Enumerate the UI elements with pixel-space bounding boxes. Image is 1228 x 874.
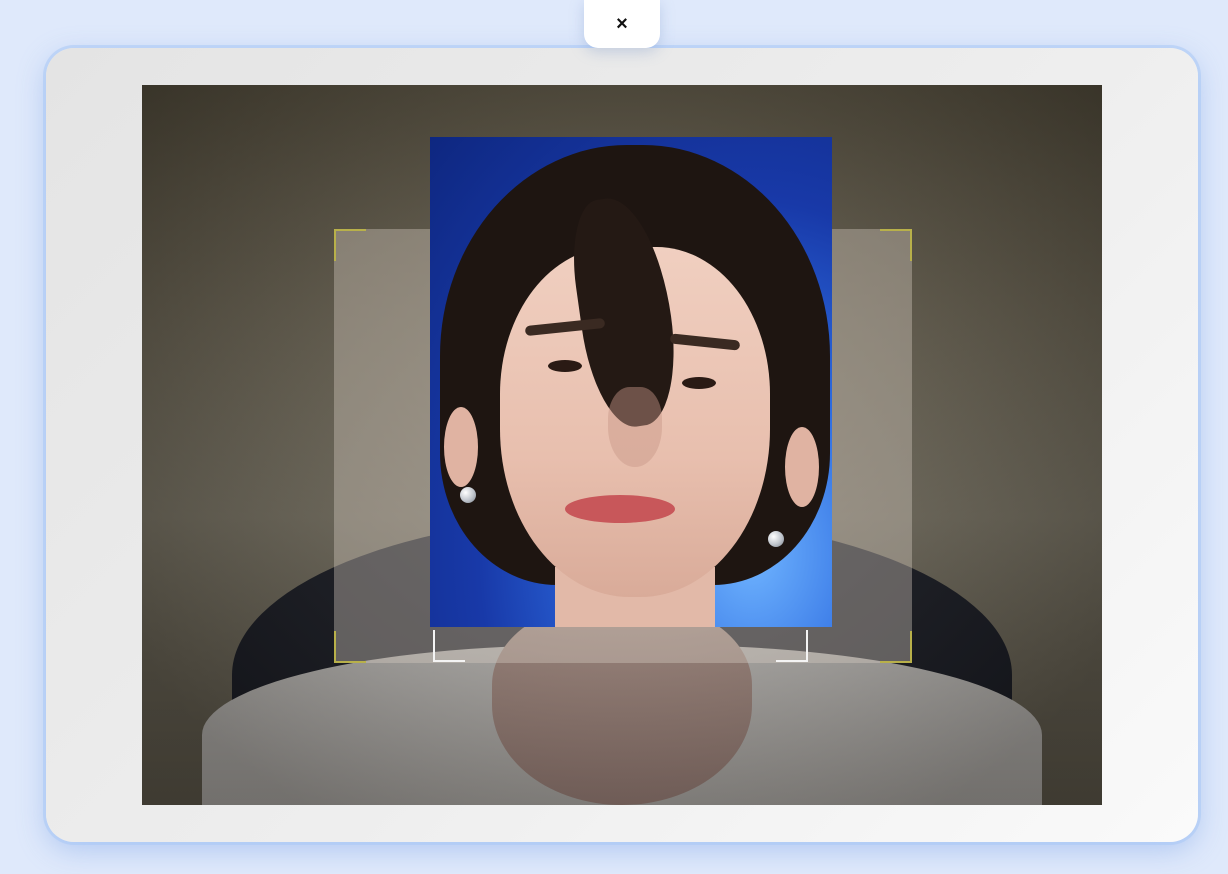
- camera-preview: [142, 85, 1102, 805]
- guide-corner-top-left: [334, 229, 366, 261]
- face-reference-portrait: [430, 137, 832, 627]
- face-capture-screen: ×: [0, 0, 1228, 874]
- guide-corner-bottom-right: [880, 631, 912, 663]
- close-button[interactable]: ×: [584, 0, 660, 48]
- close-icon[interactable]: ×: [616, 14, 628, 34]
- portrait-eye-left: [548, 360, 582, 372]
- inner-guide-corner-bottom-right: [776, 630, 808, 662]
- portrait-ear-left: [444, 407, 478, 487]
- capture-card: [46, 48, 1198, 842]
- portrait-ear-right: [785, 427, 819, 507]
- portrait-nose: [608, 387, 662, 467]
- earring-left-icon: [460, 487, 476, 503]
- portrait-lips: [565, 495, 675, 523]
- portrait-eye-right: [682, 377, 716, 389]
- guide-corner-bottom-left: [334, 631, 366, 663]
- inner-guide-corner-bottom-left: [433, 630, 465, 662]
- earring-right-icon: [768, 531, 784, 547]
- guide-corner-top-right: [880, 229, 912, 261]
